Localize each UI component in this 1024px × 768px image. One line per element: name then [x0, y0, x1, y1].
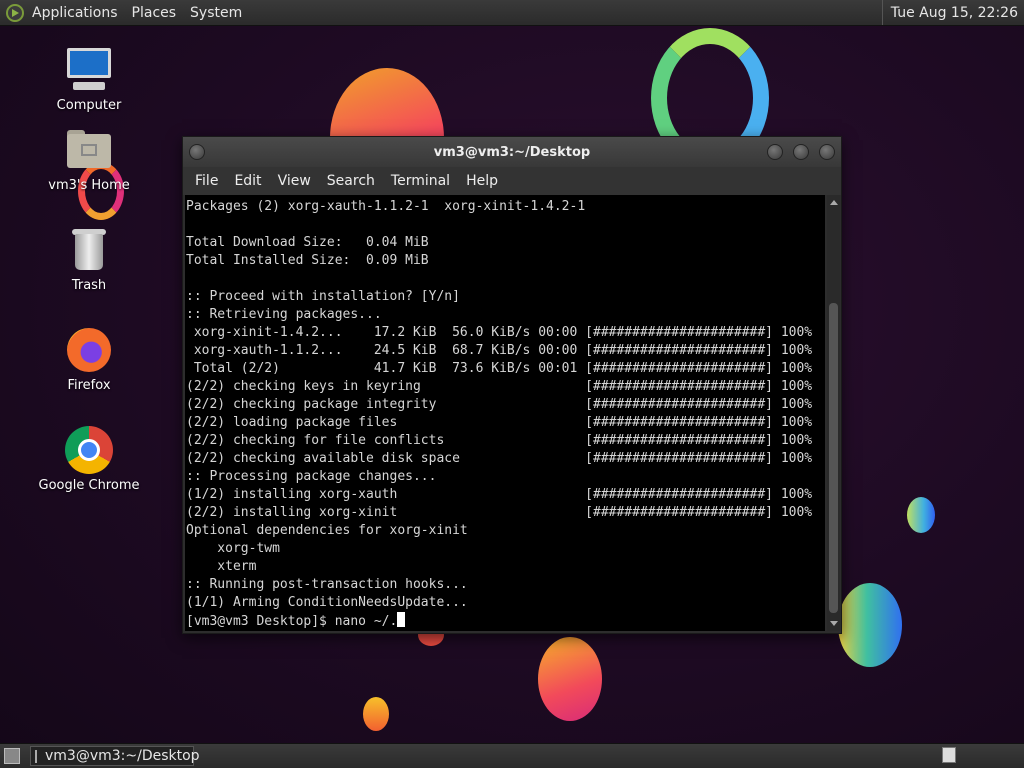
terminal-line: xterm: [217, 559, 257, 574]
wallpaper-orb: [363, 697, 389, 731]
desktop-icon-firefox[interactable]: Firefox: [34, 326, 144, 393]
terminal-line: :: Running post-transaction hooks...: [186, 577, 468, 592]
menu-edit[interactable]: Edit: [226, 173, 269, 189]
home-folder-icon: [65, 126, 113, 174]
terminal-line: Optional dependencies for xorg-xinit: [186, 523, 468, 538]
firefox-icon: [65, 326, 113, 374]
terminal-line: (1/1) Arming ConditionNeedsUpdate...: [186, 595, 468, 610]
terminal-text: Packages (2) xorg-xauth-1.1.2-1 xorg-xin…: [185, 195, 825, 631]
wallpaper-orb: [538, 637, 602, 721]
terminal-line: Total (2/2) 41.7 KiB 73.6 KiB/s 00:01 [#…: [193, 361, 813, 376]
terminal-line: (2/2) installing xorg-xinit [###########…: [186, 505, 813, 520]
scrollbar-thumb[interactable]: [829, 303, 838, 613]
terminal-icon: [35, 749, 37, 763]
distro-logo-icon[interactable]: [6, 3, 24, 22]
terminal-line: (2/2) checking for file conflicts [#####…: [186, 433, 813, 448]
desktop-icon-trash[interactable]: Trash: [34, 226, 144, 293]
system-menu[interactable]: System: [190, 5, 242, 21]
menu-view[interactable]: View: [270, 173, 319, 189]
terminal-line: xorg-twm: [217, 541, 280, 556]
desktop-icon-label: Firefox: [67, 378, 111, 393]
desktop-icon-label: Trash: [71, 278, 107, 293]
terminal-line: (2/2) checking package integrity [######…: [186, 397, 813, 412]
close-button[interactable]: [819, 144, 835, 160]
menu-terminal[interactable]: Terminal: [383, 173, 458, 189]
clock-applet[interactable]: Tue Aug 15, 22:26: [881, 0, 1024, 25]
taskbar-label: vm3@vm3:~/Desktop: [45, 748, 200, 764]
terminal-menubar: File Edit View Search Terminal Help: [183, 167, 841, 195]
top-panel: Applications Places System Tue Aug 15, 2…: [0, 0, 1024, 26]
desktop-icon-label: Google Chrome: [38, 478, 140, 493]
terminal-line: Packages (2) xorg-xauth-1.1.2-1 xorg-xin…: [186, 199, 586, 214]
places-menu[interactable]: Places: [132, 5, 177, 21]
terminal-line: Total Installed Size: 0.09 MiB: [186, 253, 429, 268]
window-title: vm3@vm3:~/Desktop: [433, 144, 591, 160]
bottom-panel: vm3@vm3:~/Desktop: [0, 743, 1024, 768]
maximize-button[interactable]: [793, 144, 809, 160]
menu-search[interactable]: Search: [319, 173, 383, 189]
terminal-line: (1/2) installing xorg-xauth [###########…: [186, 487, 813, 502]
computer-icon: [65, 46, 113, 94]
window-menu-button[interactable]: [189, 144, 205, 160]
terminal-prompt: [vm3@vm3 Desktop]$ nano ~/.: [186, 614, 398, 629]
desktop-icon-computer[interactable]: Computer: [34, 46, 144, 113]
terminal-line: (2/2) loading package files [###########…: [186, 415, 813, 430]
wallpaper-orb: [907, 497, 935, 533]
applications-menu[interactable]: Applications: [32, 5, 118, 21]
terminal-line: (2/2) checking available disk space [###…: [186, 451, 813, 466]
terminal-window: vm3@vm3:~/Desktop File Edit View Search …: [182, 136, 842, 634]
show-desktop-icon[interactable]: [4, 748, 20, 764]
wallpaper-orb: [838, 583, 902, 667]
desktop-icon-label: vm3's Home: [48, 178, 130, 193]
chrome-icon: [65, 426, 113, 474]
clock-label: Tue Aug 15, 22:26: [890, 4, 1018, 21]
terminal-line: :: Retrieving packages...: [186, 307, 382, 322]
terminal-cursor: [397, 612, 406, 627]
scroll-down-icon[interactable]: [830, 621, 838, 626]
minimize-button[interactable]: [767, 144, 783, 160]
terminal-line: Total Download Size: 0.04 MiB: [186, 235, 429, 250]
desktop-icon-label: Computer: [56, 98, 122, 113]
desktop-icon-chrome[interactable]: Google Chrome: [34, 426, 144, 493]
terminal-line: xorg-xauth-1.1.2... 24.5 KiB 68.7 KiB/s …: [193, 343, 813, 358]
desktop-icon-home[interactable]: vm3's Home: [34, 126, 144, 193]
workspace-switcher[interactable]: [942, 747, 956, 763]
terminal-line: :: Proceed with installation? [Y/n]: [186, 289, 460, 304]
window-titlebar[interactable]: vm3@vm3:~/Desktop: [183, 137, 841, 167]
terminal-output[interactable]: Packages (2) xorg-xauth-1.1.2-1 xorg-xin…: [185, 195, 825, 631]
menu-file[interactable]: File: [187, 173, 226, 189]
menu-help[interactable]: Help: [458, 173, 506, 189]
terminal-line: :: Processing package changes...: [186, 469, 437, 484]
terminal-scrollbar[interactable]: [827, 195, 840, 631]
taskbar-terminal-button[interactable]: vm3@vm3:~/Desktop: [30, 746, 200, 766]
terminal-line: (2/2) checking keys in keyring [########…: [186, 379, 813, 394]
panel-separator: [881, 0, 883, 25]
trash-icon: [65, 226, 113, 274]
terminal-line: xorg-xinit-1.4.2... 17.2 KiB 56.0 KiB/s …: [193, 325, 813, 340]
scroll-up-icon[interactable]: [830, 200, 838, 205]
